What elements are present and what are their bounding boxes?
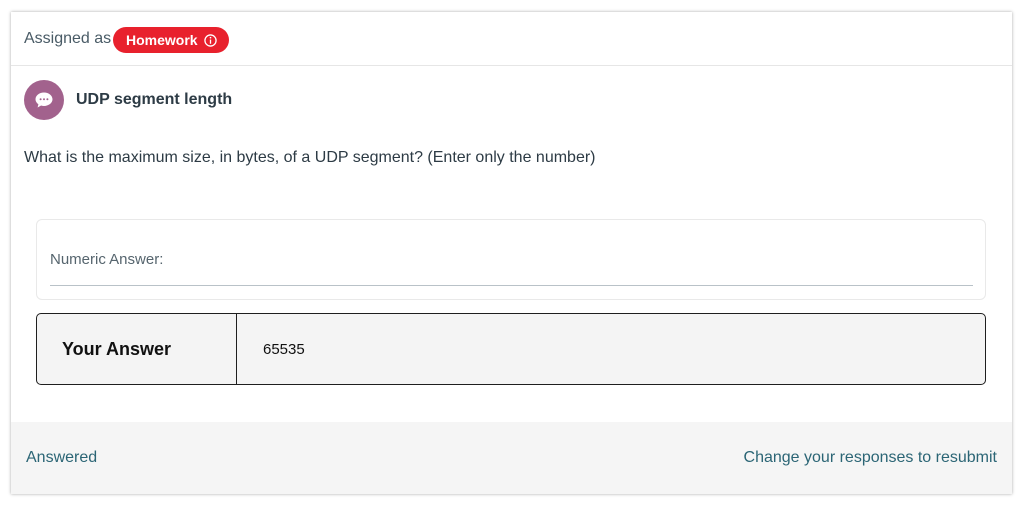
your-answer-box: Your Answer 65535 (36, 313, 986, 385)
your-answer-value: 65535 (263, 340, 305, 358)
chat-bubble-icon (35, 92, 53, 108)
question-prompt: What is the maximum size, in bytes, of a… (24, 149, 596, 166)
question-header: UDP segment length (24, 80, 232, 120)
assignment-bar: Assigned as Homework (11, 12, 1012, 66)
resubmit-link[interactable]: Change your responses to resubmit (744, 449, 997, 467)
question-title: UDP segment length (76, 91, 233, 108)
info-icon (203, 33, 217, 47)
your-answer-label: Your Answer (37, 314, 237, 384)
answered-status: Answered (26, 449, 98, 466)
numeric-answer-field[interactable]: Numeric Answer: (36, 219, 986, 300)
assigned-as-label: Assigned as (24, 30, 112, 47)
question-footer: Answered Change your responses to resubm… (11, 422, 1012, 494)
numeric-answer-underline (50, 285, 973, 286)
question-card: Assigned as Homework UDP segment length … (11, 12, 1012, 494)
homework-badge-label: Homework (126, 32, 198, 48)
homework-badge[interactable]: Homework (113, 27, 229, 53)
question-avatar (24, 80, 64, 120)
numeric-answer-label: Numeric Answer: (50, 251, 164, 268)
